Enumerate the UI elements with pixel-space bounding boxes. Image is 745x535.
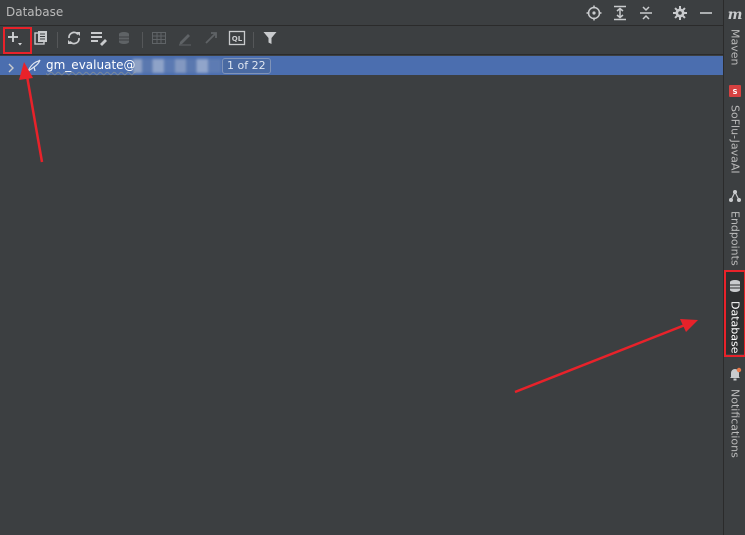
stripe-tab-label: Endpoints	[728, 211, 742, 266]
stripe-tab-endpoints[interactable]: Endpoints	[725, 188, 745, 266]
stripe-tab-label: Notifications	[728, 389, 742, 458]
annotation-highlight-database	[724, 270, 745, 357]
database-tool-window: Database QL gm_evaluate@ 1 of 22	[0, 0, 723, 535]
query-console-button[interactable]: QL	[226, 29, 248, 51]
stripe-tab-label: Maven	[728, 29, 742, 66]
tool-window-header: Database	[0, 0, 723, 26]
copy-button[interactable]	[30, 29, 52, 51]
maven-icon: m	[728, 6, 743, 25]
minimize-icon[interactable]	[693, 3, 719, 23]
target-icon[interactable]	[581, 3, 607, 23]
chevron-right-icon[interactable]	[7, 59, 15, 78]
stripe-tab-label: SoFlu-JavaAI	[728, 105, 742, 174]
endpoints-icon	[728, 188, 742, 207]
stripe-tab-soflu[interactable]: S SoFlu-JavaAI	[725, 82, 745, 174]
ide-window: Database QL gm_evaluate@ 1 of 22 m Maven…	[0, 0, 745, 535]
database-stack-icon	[117, 30, 133, 50]
data-source-name: gm_evaluate@	[46, 58, 136, 72]
table-icon	[151, 30, 167, 50]
jump-to-source-button[interactable]	[200, 29, 222, 51]
edit-button[interactable]	[174, 29, 196, 51]
refresh-icon	[66, 30, 82, 50]
gear-icon[interactable]	[667, 3, 693, 23]
toolbar-separator	[253, 32, 254, 48]
svg-text:S: S	[732, 88, 737, 96]
tool-window-title: Database	[6, 5, 64, 19]
edit-icon	[177, 30, 193, 50]
header-actions	[581, 3, 719, 23]
database-stack-button[interactable]	[114, 29, 136, 51]
data-source-properties-button[interactable]	[88, 29, 110, 51]
database-toolbar: QL	[0, 26, 723, 55]
mysql-data-source-icon	[26, 58, 42, 77]
stripe-tab-notifications[interactable]: Notifications	[725, 366, 745, 458]
toolbar-separator	[57, 32, 58, 48]
table-view-button[interactable]	[148, 29, 170, 51]
refresh-button[interactable]	[63, 29, 85, 51]
jump-icon	[203, 30, 219, 50]
tree-row-data-source[interactable]: gm_evaluate@ 1 of 22	[0, 56, 723, 75]
filter-icon	[262, 30, 278, 50]
query-console-icon: QL	[228, 30, 246, 50]
right-tool-stripe: m Maven S SoFlu-JavaAI Endpoints Databas…	[723, 0, 745, 535]
soflu-icon: S	[729, 82, 741, 101]
copy-icon	[33, 30, 49, 50]
schema-count-badge: 1 of 22	[222, 58, 271, 74]
bell-icon	[728, 366, 742, 385]
svg-text:QL: QL	[232, 35, 243, 43]
expand-all-icon[interactable]	[607, 3, 633, 23]
annotation-highlight-add	[3, 27, 32, 54]
stripe-tab-maven[interactable]: m Maven	[725, 6, 745, 65]
database-tree: gm_evaluate@ 1 of 22	[0, 55, 723, 535]
svg-text:m: m	[728, 7, 742, 21]
data-source-properties-icon	[90, 30, 108, 50]
filter-button[interactable]	[259, 29, 281, 51]
collapse-all-icon[interactable]	[633, 3, 659, 23]
toolbar-separator	[142, 32, 143, 48]
redacted-host	[133, 59, 221, 73]
